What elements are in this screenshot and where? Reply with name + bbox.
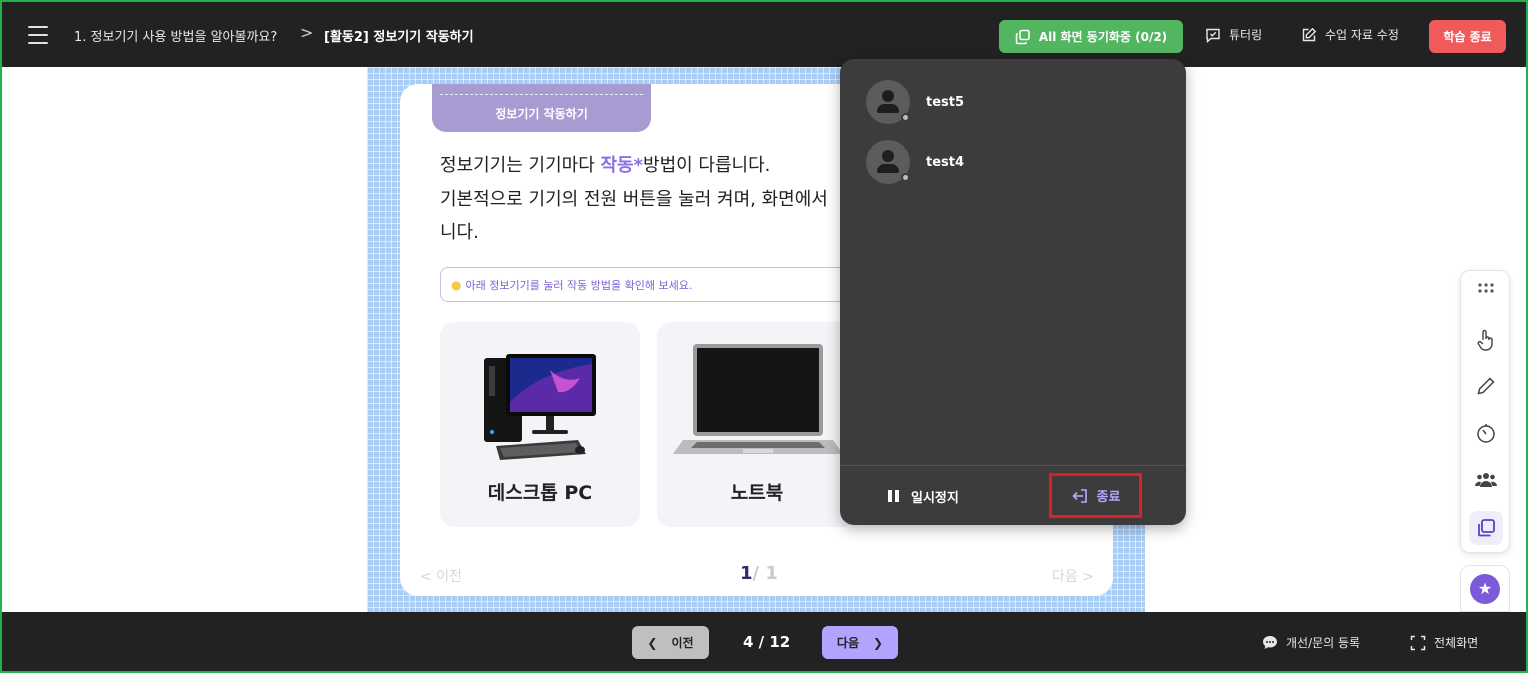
page-counter: 4 / 12 — [743, 633, 791, 651]
group-icon[interactable] — [1469, 463, 1503, 497]
tutoring-label: 튜터링 — [1229, 28, 1263, 42]
popup-divider — [840, 465, 1186, 466]
status-dot — [901, 173, 910, 182]
desktop-pc-image — [484, 354, 596, 460]
ai-star-icon: ★ — [1470, 573, 1500, 604]
line1-after: 방법이 다릅니다. — [643, 155, 771, 176]
sync-users-popup: test5 test4 일시정지 종료 — [840, 59, 1186, 525]
slide-text-line2: 기본적으로 기기의 전원 버튼을 눌러 켜며, 화면에서 — [440, 189, 828, 210]
chat-check-icon — [1206, 28, 1220, 43]
line1-before: 정보기기는 기기마다 — [440, 155, 601, 176]
top-bar: 1. 정보기기 사용 방법을 알아볼까요? > [활동2] 정보기기 작동하기 … — [2, 2, 1526, 67]
exit-icon — [1071, 488, 1087, 503]
page-next-label: 다음 — [836, 636, 860, 650]
fullscreen-button[interactable]: 전체화면 — [1410, 634, 1478, 651]
hint-box: ● 아래 정보기기를 눌러 작동 방법을 확인해 보세요. — [440, 267, 860, 302]
hand-pointer-icon[interactable] — [1469, 323, 1503, 357]
windows-icon[interactable] — [1469, 511, 1503, 545]
slide-pager: 1/ 1 — [740, 563, 778, 584]
edit-material-button[interactable]: 수업 자료 수정 — [1301, 26, 1399, 43]
tutoring-button[interactable]: 튜터링 — [1205, 26, 1262, 43]
stop-label: 종료 — [1096, 490, 1121, 505]
feedback-button[interactable]: 개선/문의 등록 — [1262, 634, 1360, 651]
pencil-icon[interactable] — [1469, 369, 1503, 403]
chevron-left-icon: ❮ — [647, 635, 658, 650]
feedback-label: 개선/문의 등록 — [1286, 636, 1361, 650]
dots-icon[interactable] — [1469, 271, 1503, 305]
status-dot — [901, 113, 910, 122]
device-label-laptop: 노트북 — [730, 482, 784, 504]
device-card-laptop[interactable]: 노트북 — [657, 322, 857, 527]
breadcrumb-activity: [활동2] 정보기기 작동하기 — [324, 30, 474, 45]
highlight-term[interactable]: 작동* — [600, 155, 643, 176]
timer-icon[interactable] — [1469, 416, 1503, 450]
user-item[interactable]: test4 — [866, 140, 1166, 184]
breadcrumb-separator: > — [300, 23, 314, 42]
fullscreen-label: 전체화면 — [1434, 636, 1479, 650]
slide-next-button[interactable]: 다음 > — [1052, 566, 1094, 586]
pager-total: / 1 — [752, 563, 778, 584]
hamburger-icon[interactable] — [28, 26, 48, 44]
sync-screen-button[interactable]: All 화면 동기화중 (0/2) — [999, 20, 1183, 53]
device-card-desktop[interactable]: 데스크톱 PC — [440, 322, 640, 527]
app-frame: 1. 정보기기 사용 방법을 알아볼까요? > [활동2] 정보기기 작동하기 … — [0, 0, 1528, 673]
activity-tag: 정보기기 작동하기 — [432, 84, 651, 132]
pager-current: 1 — [740, 563, 753, 584]
side-toolbar — [1460, 270, 1510, 553]
end-class-button[interactable]: 학습 종료 — [1429, 20, 1506, 53]
lightbulb-icon: ● — [451, 277, 462, 292]
laptop-image — [673, 344, 843, 454]
slide-text-line1: 정보기기는 기기마다 작동*방법이 다릅니다. — [440, 151, 770, 177]
copy-windows-icon — [1015, 29, 1030, 44]
pause-button[interactable]: 일시정지 — [888, 486, 959, 506]
page-prev-button[interactable]: ❮ 이전 — [632, 626, 709, 659]
pause-label: 일시정지 — [911, 490, 959, 506]
device-label-desktop: 데스크톱 PC — [487, 482, 593, 504]
fullscreen-icon — [1410, 635, 1426, 650]
page-next-button[interactable]: 다음 ❯ — [822, 626, 898, 659]
stop-sync-button[interactable]: 종료 — [1049, 473, 1142, 518]
user-name: test5 — [926, 94, 965, 110]
page-prev-label: 이전 — [671, 636, 694, 650]
pause-icon — [888, 490, 899, 502]
avatar — [866, 140, 910, 184]
edit-icon — [1302, 27, 1317, 41]
chevron-right-icon: ❯ — [873, 635, 884, 650]
chat-bubble-icon — [1263, 636, 1277, 649]
hint-text: 아래 정보기기를 눌러 작동 방법을 확인해 보세요. — [465, 278, 693, 292]
avatar — [866, 80, 910, 124]
sync-screen-label: All 화면 동기화중 (0/2) — [1038, 30, 1168, 44]
user-item[interactable]: test5 — [866, 80, 1166, 124]
edit-material-label: 수업 자료 수정 — [1325, 28, 1399, 42]
ai-assistant-button[interactable]: ★ — [1460, 565, 1510, 612]
slide-text-line3: 니다. — [440, 222, 479, 243]
slide-prev-button[interactable]: < 이전 — [420, 566, 462, 586]
breadcrumb-lesson[interactable]: 1. 정보기기 사용 방법을 알아볼까요? — [74, 26, 277, 45]
bottom-bar: ❮ 이전 4 / 12 다음 ❯ 개선/문의 등록 전체화면 — [2, 612, 1526, 671]
user-name: test4 — [926, 154, 965, 170]
